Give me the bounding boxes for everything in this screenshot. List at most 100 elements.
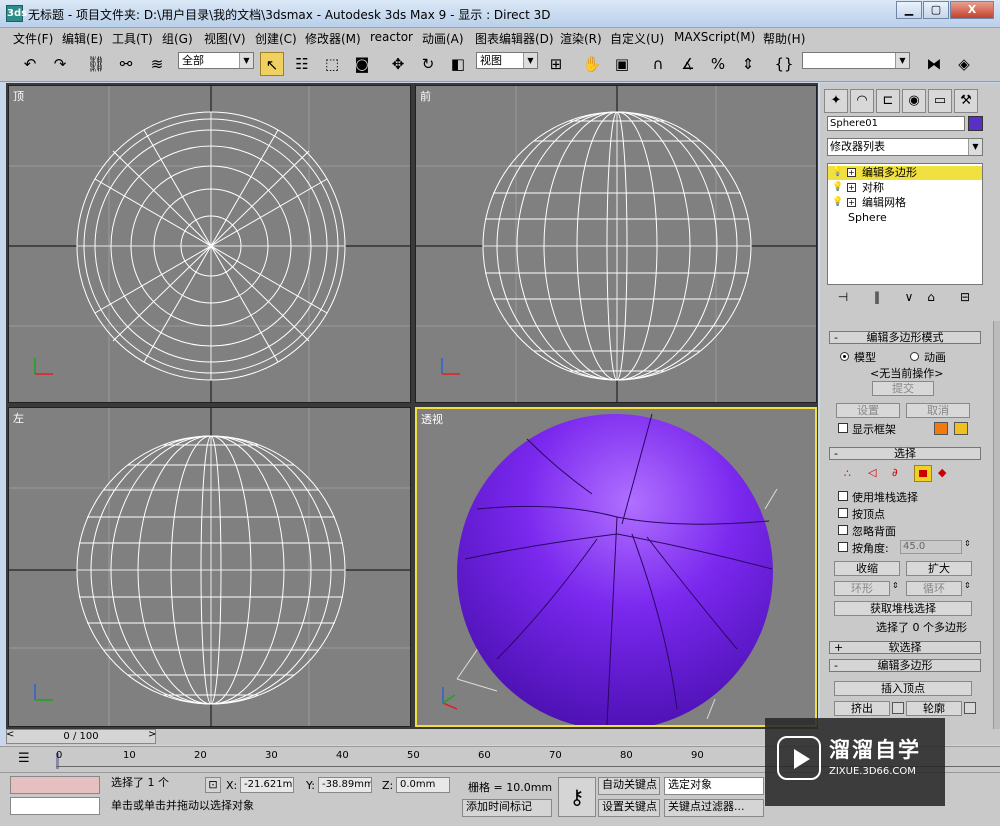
rollout-soft-selection[interactable]: + 软选择 [829, 641, 981, 654]
select-and-manipulate-icon[interactable]: ✋ [580, 52, 604, 76]
maxscript-input[interactable] [10, 797, 100, 815]
mini-curve-editor-icon[interactable]: ☰ [18, 751, 30, 766]
spinner-snap-icon[interactable]: ⇕ [736, 52, 760, 76]
menu-customize[interactable]: 自定义(U) [610, 30, 664, 47]
grow-button[interactable]: 扩大 [906, 561, 972, 576]
unlink-icon[interactable]: ⚯ [114, 52, 138, 76]
make-unique-icon[interactable]: ∨ [898, 288, 920, 306]
viewport-front[interactable]: 前 [415, 85, 817, 403]
viewport-top[interactable]: 顶 [8, 85, 411, 403]
by-angle-checkbox[interactable] [838, 542, 848, 552]
remove-modifier-icon[interactable]: ⌂ [920, 288, 942, 306]
auto-key-button[interactable]: 自动关键点 [598, 777, 660, 795]
cage-color-swatch[interactable] [934, 422, 948, 435]
select-and-move-icon[interactable]: ✥ [386, 52, 410, 76]
expand-icon[interactable]: + [847, 168, 856, 177]
select-object-icon[interactable]: ↖ [260, 52, 284, 76]
spinner-arrows-icon[interactable]: ⇕ [964, 539, 971, 548]
outline-button[interactable]: 轮廓 [906, 701, 962, 716]
menu-modifiers[interactable]: 修改器(M) [305, 30, 361, 47]
mirror-icon[interactable]: ⧓ [922, 52, 946, 76]
pin-stack-icon[interactable]: ⊣ [832, 288, 854, 306]
model-radio[interactable] [840, 352, 849, 361]
ignore-backfacing-checkbox[interactable] [838, 525, 848, 535]
settings-button[interactable]: 设置 [836, 403, 900, 418]
cancel-button[interactable]: 取消 [906, 403, 970, 418]
angle-spinner[interactable]: 45.0 [900, 540, 962, 554]
menu-maxscript[interactable]: MAXScript(M) [674, 30, 755, 44]
maximize-button[interactable]: ▢ [923, 1, 949, 19]
ring-button[interactable]: 环形 [834, 581, 890, 596]
configure-sets-icon[interactable]: ⊟ [954, 288, 976, 306]
motion-tab-icon[interactable]: ◉ [902, 89, 926, 113]
menu-help[interactable]: 帮助(H) [763, 30, 805, 47]
viewport-left[interactable]: 左 [8, 407, 411, 727]
minimize-button[interactable]: ▁ [896, 1, 922, 19]
stack-item-edit-mesh[interactable]: 💡 + 编辑网格 [828, 196, 982, 210]
select-and-scale-icon[interactable]: ◧ [446, 52, 470, 76]
object-name-field[interactable]: Sphere01 [827, 116, 965, 131]
get-stack-selection-button[interactable]: 获取堆栈选择 [834, 601, 972, 616]
element-level-icon[interactable]: ◆ [938, 466, 946, 479]
extrude-settings-icon[interactable] [892, 702, 904, 714]
vertex-level-icon[interactable]: ∴ [844, 467, 851, 480]
maxscript-listener[interactable] [10, 776, 100, 794]
menu-group[interactable]: 组(G) [162, 30, 193, 47]
x-coordinate[interactable]: -21.621mm [240, 777, 294, 793]
extrude-button[interactable]: 挤出 [834, 701, 890, 716]
menu-edit[interactable]: 编辑(E) [62, 30, 103, 47]
slider-next-icon[interactable]: > [148, 729, 156, 740]
command-panel-scrollbar[interactable] [993, 321, 1000, 729]
angle-snap-icon[interactable]: ∡ [676, 52, 700, 76]
lightbulb-icon[interactable]: 💡 [832, 197, 843, 208]
bind-space-warp-icon[interactable]: ≋ [145, 52, 169, 76]
lock-selection-icon[interactable]: ⊡ [205, 777, 221, 793]
expand-icon[interactable]: + [847, 198, 856, 207]
align-icon[interactable]: ◈ [952, 52, 976, 76]
border-level-icon[interactable]: ∂ [892, 466, 898, 479]
animate-radio[interactable] [910, 352, 919, 361]
menu-create[interactable]: 创建(C) [255, 30, 297, 47]
shrink-button[interactable]: 收缩 [834, 561, 900, 576]
select-and-link-icon[interactable]: ⛓ [84, 52, 108, 76]
menu-graph-editors[interactable]: 图表编辑器(D) [475, 30, 554, 47]
polygon-level-icon[interactable] [914, 465, 932, 482]
utilities-tab-icon[interactable]: ⚒ [954, 89, 978, 113]
app-icon[interactable]: 3ds [6, 5, 27, 22]
viewport-label-perspective[interactable]: 透视 [421, 411, 443, 427]
stack-item-sphere[interactable]: Sphere [828, 211, 982, 225]
selection-filter-dropdown[interactable]: 全部 ▼ [178, 52, 254, 69]
menu-animation[interactable]: 动画(A) [422, 30, 464, 47]
time-slider[interactable]: 0 / 100 [6, 729, 156, 744]
close-button[interactable]: X [950, 1, 994, 19]
lightbulb-icon[interactable]: 💡 [832, 182, 843, 193]
named-selection-dropdown[interactable]: ▼ [802, 52, 910, 69]
edit-named-selection-icon[interactable]: {} [772, 52, 796, 76]
object-color-swatch[interactable] [968, 116, 983, 131]
viewport-perspective[interactable]: 透视 [415, 407, 817, 727]
by-vertex-checkbox[interactable] [838, 508, 848, 518]
rollout-edit-poly-mode[interactable]: - 编辑多边形模式 [829, 331, 981, 344]
add-time-tag-button[interactable]: 添加时间标记 [462, 799, 552, 817]
window-crossing-icon[interactable]: ◙ [350, 52, 374, 76]
slider-prev-icon[interactable]: < [6, 729, 14, 740]
edge-level-icon[interactable]: ◁ [868, 466, 876, 479]
show-cage-checkbox[interactable] [838, 423, 848, 433]
menu-file[interactable]: 文件(F) [13, 30, 53, 47]
menu-rendering[interactable]: 渲染(R) [560, 30, 602, 47]
undo-icon[interactable]: ↶ [18, 52, 42, 76]
redo-icon[interactable]: ↷ [48, 52, 72, 76]
display-tab-icon[interactable]: ▭ [928, 89, 952, 113]
keyboard-shortcut-icon[interactable]: ▣ [610, 52, 634, 76]
modifier-list-dropdown[interactable]: 修改器列表 ▼ [827, 138, 983, 156]
loop-button[interactable]: 循环 [906, 581, 962, 596]
set-key-button[interactable]: 设置关键点 [598, 799, 660, 817]
select-and-rotate-icon[interactable]: ↻ [416, 52, 440, 76]
key-filters-button[interactable]: 关键点过滤器... [664, 799, 764, 817]
create-tab-icon[interactable]: ✦ [824, 89, 848, 113]
rectangular-selection-icon[interactable]: ⬚ [320, 52, 344, 76]
viewport-label-left[interactable]: 左 [13, 410, 24, 426]
z-coordinate[interactable]: 0.0mm [396, 777, 450, 793]
insert-vertex-button[interactable]: 插入顶点 [834, 681, 972, 696]
pivot-center-icon[interactable]: ⊞ [544, 52, 568, 76]
